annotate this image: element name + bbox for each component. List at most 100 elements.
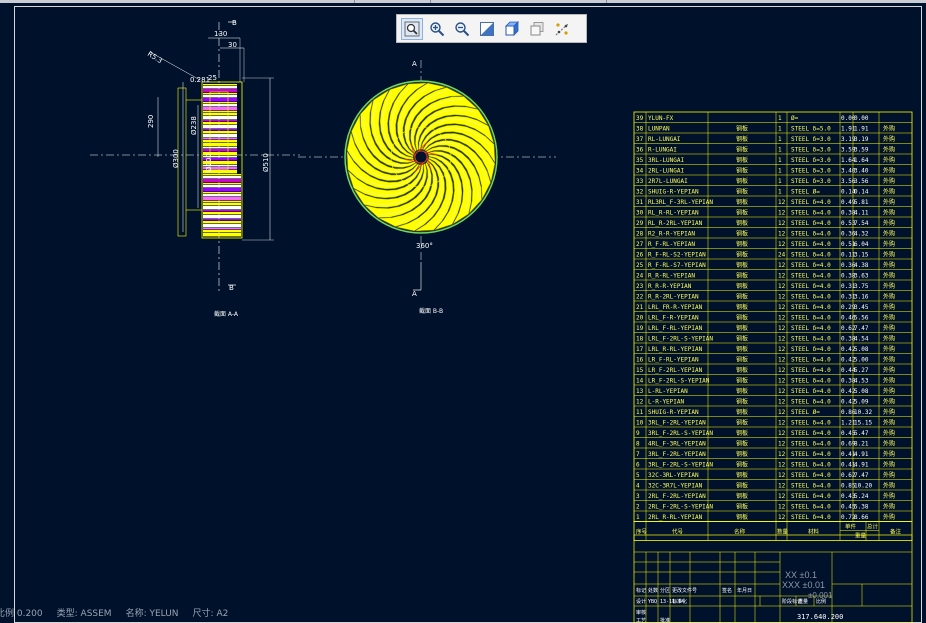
bom-cell: 8 [636,440,640,447]
bom-cell: STEEL δ=4.0 [791,199,831,206]
bom-cell: 外购 [883,240,895,248]
bom-cell: 钢板 [736,282,748,290]
bom-cell: 6 [636,461,640,468]
marker-b-bottom: B [229,284,234,292]
bom-cell: 0.14 [854,188,869,195]
bom-cell: 12 [778,209,786,216]
bom-cell: 3.19 [854,136,869,143]
bom-cell: 钢板 [736,124,748,132]
bom-cell: STEEL δ=4.0 [791,440,831,447]
bom-cell: 5.00 [854,356,869,363]
bom-cell: 钢板 [736,513,748,521]
bom-cell: 5.81 [854,199,869,206]
bom-cell: LRL_R-RL-YEPIAN [648,346,703,353]
bom-cell: 钢板 [736,145,748,153]
bom-cell: YLUN-FX [648,115,674,122]
bom-cell: STEEL δ=4.0 [791,283,831,290]
bom-cell: 30 [636,209,644,216]
layers-button[interactable] [526,18,548,40]
bom-cell: 外购 [883,429,895,437]
bom-cell: 外购 [883,219,895,227]
bom-row: 27 R_F-RL-YEPIAN 钢板 12 STEEL δ=4.0 0.516.04 外购 [636,240,895,248]
dim-130: 130 [214,30,227,38]
angle-label: 360° [416,242,433,250]
bom-cell: 5.08 [854,388,869,395]
bom-cell: 外购 [883,313,895,321]
bom-cell: 钢板 [736,240,748,248]
bom-cell: R_R-RL-YEPIAN [648,272,695,279]
bom-cell: 31 [636,199,644,206]
bom-cell: STEEL δ=3.0 [791,167,831,174]
bom-cell: STEEL δ=4.0 [791,262,831,269]
bom-cell: 11 [636,409,644,416]
bom-cell: 38 [636,125,644,132]
zoom-out-button[interactable] [451,18,473,40]
bom-cell: 33 [636,178,644,185]
bom-cell: STEEL δ=4.0 [791,461,831,468]
bom-cell: 钢板 [736,177,748,185]
bom-cell: 7.54 [854,220,869,227]
bom-cell: 4.54 [854,335,869,342]
bom-cell: R_R-R-YEPIAN [648,283,692,290]
section-aa-view: B B 130 30 R5.3 0.281 25 290 Ø300 Ø238 Ø… [90,19,300,318]
zoom-out-icon [455,21,470,36]
bom-row: 15 LR_F-2RL-YEPIAN 钢板 12 STEEL δ=4.0 0.445.27… [636,366,895,374]
sketch-tools-icon [555,22,569,35]
marker-a-bottom: A [412,290,417,298]
bom-cell: 21 [636,304,644,311]
bom-cell: 36 [636,146,644,153]
bom-cell: 1 [778,178,782,185]
bom-cell: 3.45 [854,304,869,311]
bom-cell: 外购 [883,250,895,258]
bom-cell: 5.38 [854,503,869,510]
bom-cell: STEEL δ=3.0 [791,157,831,164]
bom-cell: 12 [778,220,786,227]
bom-cell: 钢板 [736,324,748,332]
view-3d-button[interactable] [501,18,523,40]
bom-cell: 39 [636,115,644,122]
bom-cell: STEEL δ=4.0 [791,451,831,458]
repaint-button[interactable] [476,18,498,40]
bom-cell: 3.63 [854,272,869,279]
bom-cell: 12 [778,409,786,416]
title-block-cell: 重量 [798,598,808,605]
bom-row: 28 R2_R-R-YEPIAN 钢板 12 STEEL δ=4.0 0.364.32 外购 [636,229,895,237]
bom-cell: 外购 [883,124,895,132]
repaint-icon [480,21,494,36]
bom-cell: 4.32 [854,230,869,237]
dim-30: 30 [228,41,237,49]
bom-cell: 钢板 [736,450,748,458]
bom-row: 5 32C-3RL-YEPIAN 钢板 12 STEEL δ=4.0 0.627.47 外购 [636,471,895,479]
bom-cell: 22 [636,293,644,300]
drawing-viewport[interactable]: B B 130 30 R5.3 0.281 25 290 Ø300 Ø238 Ø… [0,0,926,623]
bom-cell: 16 [636,356,644,363]
bom-cell: 外购 [883,450,895,458]
bom-cell: 钢板 [736,481,748,489]
bom-row: 12 L-R-YEPIAN 钢板 12 STEEL δ=4.0 0.425.09 外购 [636,397,895,405]
bom-row: 13 L-RL-YEPIAN 钢板 12 STEEL δ=4.0 0.425.08 外购 [636,387,895,395]
bom-row: 20 LRL_F-R-YEPIAN 钢板 12 STEEL δ=4.0 0.465.56 外… [636,313,895,321]
title-block-cell: 分区 [660,587,670,594]
bom-cell: 5.24 [854,493,869,500]
bom-cell: 37 [636,136,644,143]
bom-row: 2 2RL_F-2RL-S-YEPIAN 钢板 12 STEEL δ=4.0 0.455.… [636,502,895,510]
bom-row: 24 R_R-RL-YEPIAN 钢板 12 STEEL δ=4.0 0.383.63 外购 [636,271,895,279]
sketch-tools-button[interactable] [551,18,573,40]
bom-cell: 外购 [883,355,895,363]
status-name: 名称: YELUN [125,609,179,619]
bom-cell: STEEL δ=4.0 [791,293,831,300]
bom-cell: 12 [778,199,786,206]
bom-cell: 1.64 [854,157,869,164]
bom-cell: 10.20 [854,482,872,489]
zoom-in-button[interactable] [426,18,448,40]
bom-cell: 9 [636,430,640,437]
bom-cell: STEEL δ=4.0 [791,220,831,227]
zoom-window-button[interactable] [401,17,423,40]
bom-cell: 15.15 [854,419,872,426]
status-size: 尺寸: A2 [192,609,229,619]
bom-cell: 25 [636,262,644,269]
bom-cell: RL3RL_F-3RL-YEPIAN [648,199,713,206]
bom-cell: STEEL δ=3.0 [791,146,831,153]
bom-cell: 外购 [883,198,895,206]
bom-cell: 钢板 [736,303,748,311]
